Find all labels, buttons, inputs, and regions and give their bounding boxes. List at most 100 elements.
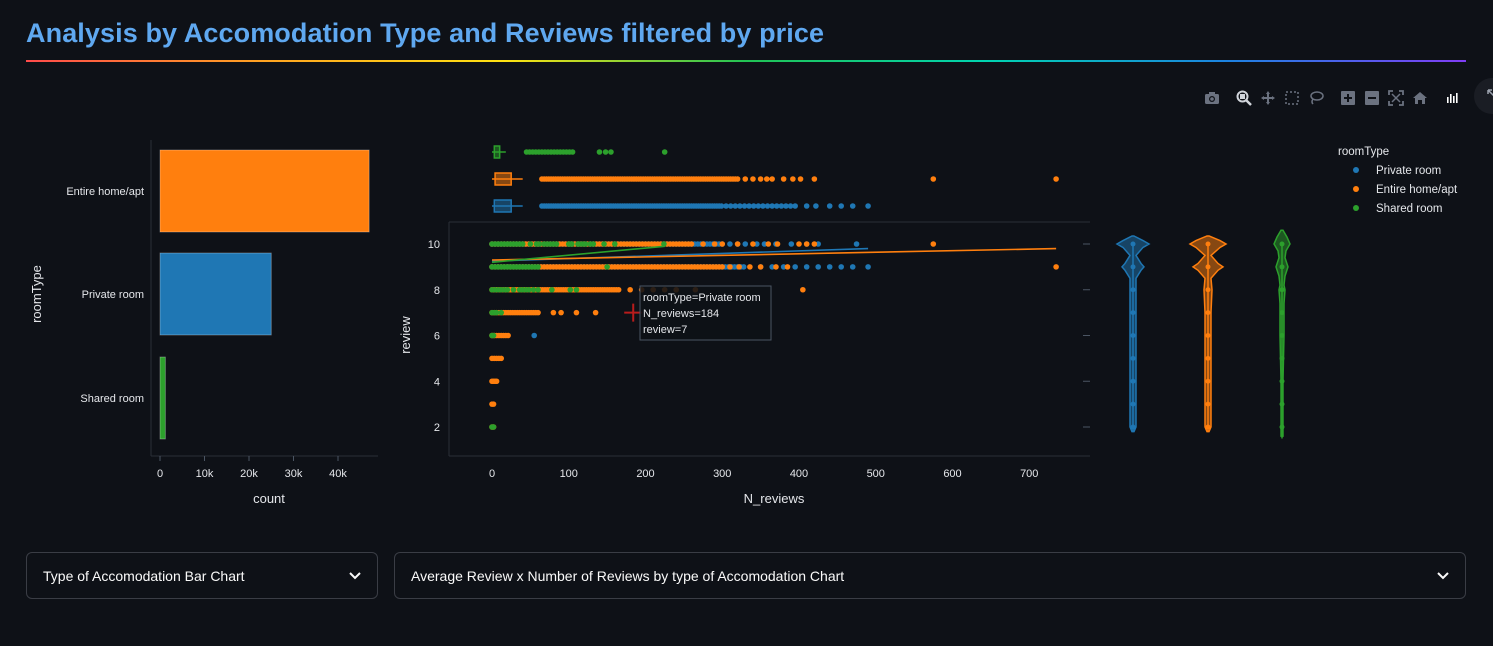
point-entire-home bbox=[535, 309, 541, 316]
marginal-outlier bbox=[769, 176, 775, 182]
marginal-outlier bbox=[734, 176, 741, 182]
violin-shared-room-point bbox=[1279, 355, 1285, 361]
hover-tooltip-line: review=7 bbox=[643, 324, 687, 336]
expander-bar-chart-label: Type of Accomodation Bar Chart bbox=[43, 567, 245, 584]
marginal-outlier bbox=[813, 203, 819, 209]
marginal-outlier bbox=[742, 176, 749, 182]
violin-entire-home-point bbox=[1205, 264, 1211, 270]
bar-chart-x-title: count bbox=[253, 491, 285, 506]
violin-shared-room-point bbox=[1279, 424, 1285, 430]
scatter-y-tick-label: 4 bbox=[434, 376, 440, 388]
point-entire-home bbox=[592, 309, 599, 316]
point-entire-home bbox=[573, 309, 580, 316]
marginal-outlier bbox=[661, 149, 668, 155]
marginal-box bbox=[494, 172, 512, 186]
violin-shared-room-point bbox=[1279, 310, 1285, 316]
scatter-y-tick-label: 2 bbox=[434, 422, 440, 434]
point-entire-home bbox=[627, 286, 633, 293]
point-entire-home bbox=[1053, 264, 1059, 270]
point-entire-home bbox=[736, 264, 742, 270]
legend-label: Private room bbox=[1376, 165, 1441, 177]
scatter-y-title: review bbox=[398, 316, 413, 354]
marginal-outlier bbox=[569, 149, 576, 155]
point-shared-room bbox=[535, 286, 541, 293]
expander-review-chart-label: Average Review x Number of Reviews by ty… bbox=[411, 567, 845, 584]
marginal-outlier bbox=[1053, 176, 1059, 182]
point-shared-room bbox=[504, 286, 511, 293]
point-entire-home bbox=[550, 309, 557, 316]
marginal-outlier bbox=[763, 176, 770, 182]
bar-entire-home-apt bbox=[159, 149, 370, 233]
point-shared-room bbox=[490, 424, 497, 430]
point-entire-home bbox=[811, 241, 818, 247]
trend-line-shared-room bbox=[491, 245, 665, 264]
violin-private-room-point bbox=[1130, 310, 1136, 316]
legend-marker bbox=[1353, 205, 1359, 211]
legend-marker bbox=[1353, 167, 1359, 173]
violin-entire-home-point bbox=[1205, 401, 1211, 407]
hover-tooltip-line: roomType=Private room bbox=[643, 292, 761, 304]
legend-label: Entire home/apt bbox=[1376, 184, 1458, 196]
marginal-outlier bbox=[596, 149, 603, 155]
point-shared-room bbox=[549, 286, 555, 293]
point-entire-home bbox=[700, 241, 706, 247]
violin-entire-home-point bbox=[1205, 310, 1211, 316]
marginal-box bbox=[493, 199, 512, 213]
violin-private-room-point bbox=[1130, 287, 1136, 293]
legend: roomType Private room Entire home/apt Shar… bbox=[1338, 146, 1458, 215]
violin-entire-home-point bbox=[1205, 355, 1211, 361]
point-entire-home bbox=[719, 264, 726, 270]
bar-chart-x-tick-label: 30k bbox=[285, 468, 303, 480]
point-entire-home bbox=[734, 241, 741, 247]
point-entire-home bbox=[774, 241, 781, 247]
point-entire-home bbox=[505, 332, 511, 339]
point-entire-home bbox=[757, 264, 764, 270]
point-shared-room bbox=[519, 241, 526, 247]
violin-shared-room-point bbox=[1279, 401, 1285, 407]
point-entire-home bbox=[719, 241, 726, 247]
expander-review-chart[interactable]: Average Review x Number of Reviews by ty… bbox=[394, 552, 1466, 599]
violin-entire-home-point bbox=[1205, 241, 1211, 247]
chevron-down-icon bbox=[349, 571, 361, 579]
hover-tooltip-line: N_reviews=184 bbox=[643, 308, 719, 320]
bar-chart-x-tick-label: 40k bbox=[329, 468, 347, 480]
point-entire-home bbox=[784, 264, 791, 270]
point-entire-home bbox=[493, 378, 500, 385]
point-private-room bbox=[838, 264, 845, 270]
point-entire-home bbox=[765, 241, 772, 247]
point-entire-home bbox=[803, 241, 810, 247]
scatter-x-tick-label: 0 bbox=[489, 468, 495, 480]
expander-bar-chart[interactable]: Type of Accomodation Bar Chart bbox=[26, 552, 378, 599]
marginal-outlier bbox=[811, 176, 818, 182]
point-private-room bbox=[853, 241, 860, 247]
marginal-outlier bbox=[930, 176, 937, 182]
point-private-room bbox=[826, 264, 833, 270]
point-entire-home bbox=[800, 286, 806, 293]
violin-private-room-point bbox=[1130, 355, 1136, 361]
point-private-room bbox=[865, 264, 871, 270]
point-private-room bbox=[531, 332, 538, 339]
violin-entire-home-point bbox=[1205, 333, 1211, 338]
point-shared-room bbox=[601, 241, 607, 247]
violin-shared-room-point bbox=[1279, 378, 1285, 384]
marginal-outlier bbox=[750, 176, 756, 182]
violin-entire-home-point bbox=[1205, 287, 1211, 293]
bar-private-room bbox=[159, 252, 272, 336]
scatter-x-tick-label: 100 bbox=[560, 468, 578, 480]
legend-label: Shared room bbox=[1376, 203, 1442, 215]
point-shared-room bbox=[567, 286, 574, 293]
marginal-outlier bbox=[792, 203, 798, 209]
violin-private-room-point bbox=[1130, 333, 1136, 338]
legend-title: roomType bbox=[1338, 146, 1389, 158]
bar-chart-y-tick-label: Private room bbox=[82, 289, 144, 301]
point-entire-home bbox=[688, 241, 695, 247]
point-private-room bbox=[849, 264, 856, 270]
marginal-box bbox=[493, 145, 501, 159]
violin-private-room-point bbox=[1130, 424, 1136, 430]
point-shared-room bbox=[498, 309, 505, 316]
marginal-outlier bbox=[797, 176, 804, 182]
marginal-outlier bbox=[790, 176, 796, 182]
marginal-outlier bbox=[602, 149, 609, 155]
scatter-x-tick-label: 300 bbox=[713, 468, 731, 480]
scatter-x-tick-label: 600 bbox=[943, 468, 961, 480]
